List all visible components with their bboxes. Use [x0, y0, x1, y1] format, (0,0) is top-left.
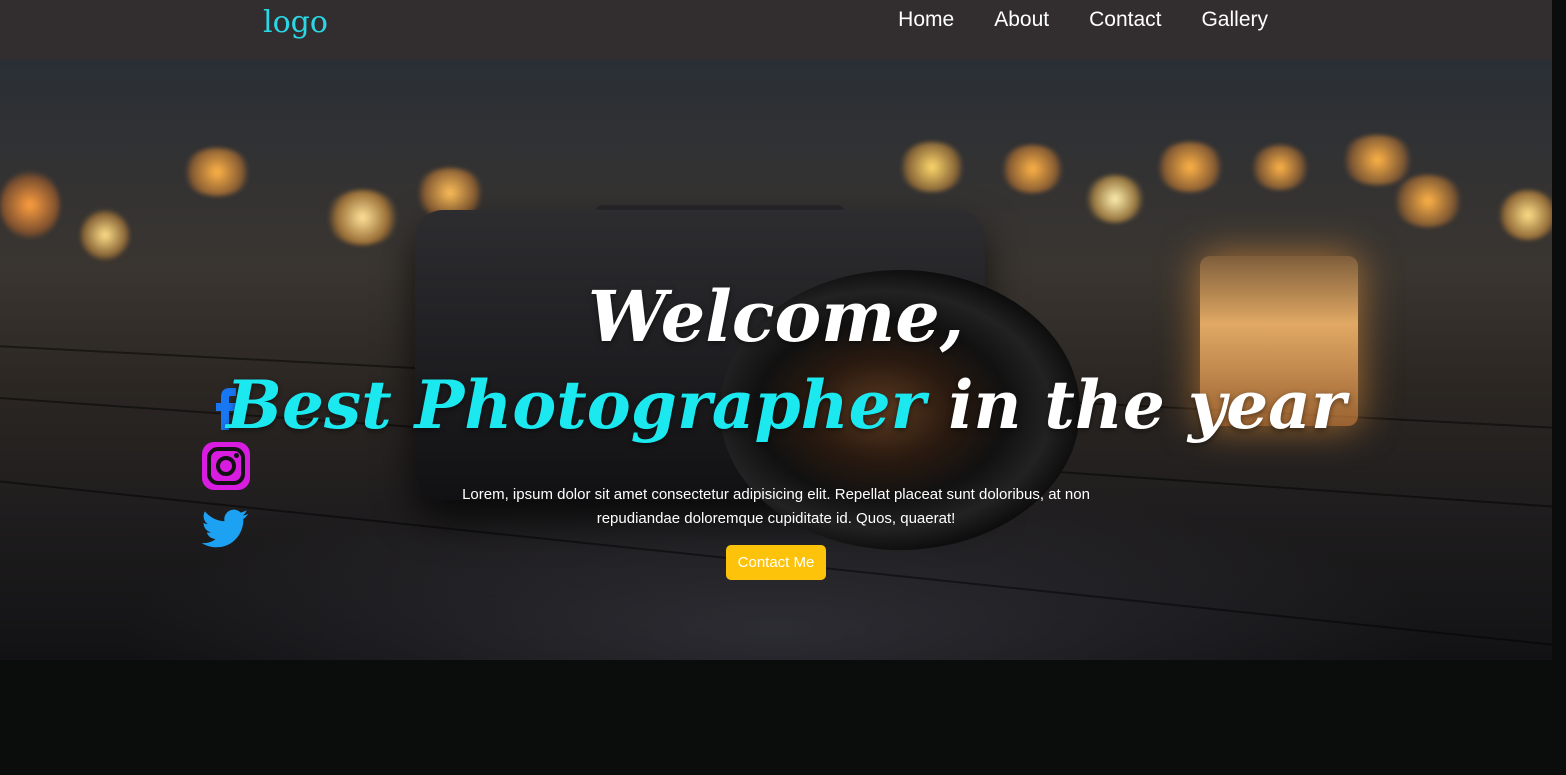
hero-content: Welcome, Best Photographer in the year L…: [0, 275, 1552, 580]
hero-headline-rest: in the year: [925, 366, 1346, 444]
nav-links: Home About Contact Gallery: [898, 8, 1268, 32]
bokeh-light: [182, 148, 252, 196]
bokeh-light: [1392, 175, 1464, 227]
navbar: logo Home About Contact Gallery: [0, 0, 1552, 60]
bokeh-light: [1250, 145, 1310, 190]
bokeh-light: [1085, 175, 1145, 223]
bokeh-light: [80, 210, 130, 260]
hero-section: Welcome, Best Photographer in the year L…: [0, 60, 1552, 660]
bokeh-light: [1498, 190, 1552, 240]
nav-link-gallery[interactable]: Gallery: [1201, 8, 1268, 32]
logo[interactable]: logo: [263, 5, 328, 40]
nav-link-about[interactable]: About: [994, 8, 1049, 32]
bokeh-light: [1155, 142, 1225, 192]
bokeh-light: [325, 190, 400, 245]
nav-link-contact[interactable]: Contact: [1089, 8, 1161, 32]
bokeh-light: [1000, 145, 1065, 193]
page-edge: [1552, 0, 1566, 660]
bokeh-light: [898, 142, 966, 192]
contact-me-button[interactable]: Contact Me: [725, 545, 827, 580]
hero-headline: Best Photographer in the year: [0, 367, 1552, 443]
bokeh-light: [1340, 135, 1415, 185]
bokeh-light: [0, 170, 60, 240]
hero-welcome: Welcome,: [587, 275, 965, 358]
hero-headline-accent: Best Photographer: [226, 366, 926, 444]
nav-link-home[interactable]: Home: [898, 8, 954, 32]
hero-description: Lorem, ipsum dolor sit amet consectetur …: [462, 486, 1090, 527]
